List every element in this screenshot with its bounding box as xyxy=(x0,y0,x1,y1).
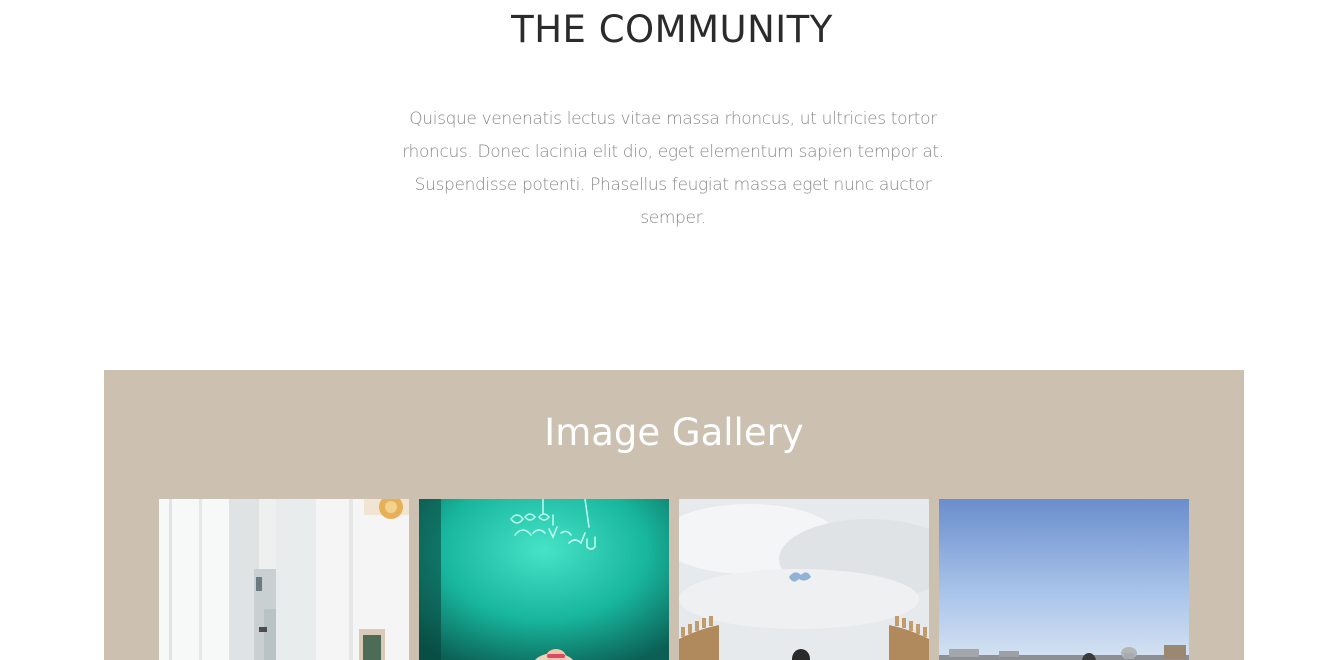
community-description: Quisque venenatis lectus vitae massa rho… xyxy=(402,109,944,228)
gallery-image-neon-portrait[interactable] xyxy=(419,499,669,660)
image-gallery-section: Image Gallery xyxy=(104,370,1244,660)
gallery-image-blue-sky[interactable] xyxy=(939,499,1189,660)
gallery-title: Image Gallery xyxy=(544,411,804,454)
gallery-image-white-alley[interactable] xyxy=(159,499,409,660)
community-title: THE COMMUNITY xyxy=(511,8,833,51)
gallery-image-cloudy-walls[interactable] xyxy=(679,499,929,660)
